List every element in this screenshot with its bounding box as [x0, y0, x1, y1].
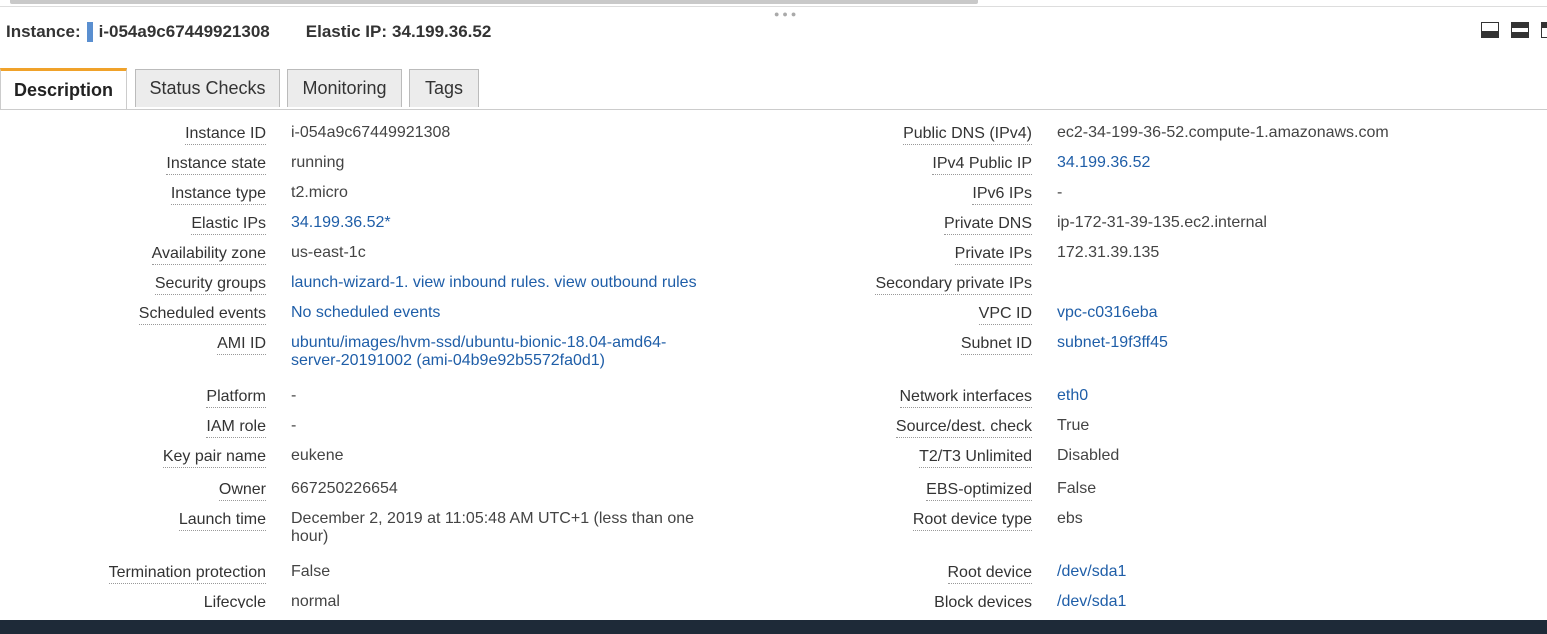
scheduled-events-label: Scheduled events	[138, 305, 266, 325]
panel-split-icon[interactable]	[1511, 22, 1529, 38]
instance-label: Instance:	[6, 22, 81, 41]
instance-state-value: running	[291, 154, 345, 171]
network-interface-link[interactable]: eth0	[1057, 387, 1088, 405]
private-ips-value: 172.31.39.135	[1057, 244, 1160, 261]
source-dest-check-value: True	[1057, 417, 1090, 434]
view-inbound-rules-link[interactable]: view inbound rules.	[413, 274, 550, 291]
tab-tags[interactable]: Tags	[409, 69, 479, 107]
instance-id-value: i-054a9c67449921308	[291, 124, 451, 141]
root-device-link[interactable]: /dev/sda1	[1057, 563, 1126, 581]
platform-value: -	[291, 387, 297, 404]
root-device-type-value: ebs	[1057, 510, 1083, 527]
ipv6-ips-value: -	[1057, 184, 1063, 201]
ami-id-link[interactable]: ubuntu/images/hvm-ssd/ubuntu-bionic-18.0…	[291, 334, 691, 370]
ipv6-ips-label: IPv6 IPs	[972, 185, 1032, 205]
tab-status-checks[interactable]: Status Checks	[135, 69, 280, 107]
availability-zone-value: us-east-1c	[291, 244, 366, 261]
instance-type-label: Instance type	[170, 185, 266, 205]
private-dns-value: ip-172-31-39-135.ec2.internal	[1057, 214, 1267, 231]
public-dns-label: Public DNS (IPv4)	[903, 125, 1032, 145]
panel-bottom-icon[interactable]	[1481, 22, 1499, 38]
instance-id: i-054a9c67449921308	[98, 22, 270, 41]
block-devices-label: Block devices	[934, 594, 1032, 608]
ipv4-public-ip-link[interactable]: 34.199.36.52	[1057, 154, 1150, 172]
t2-t3-unlimited-value: Disabled	[1057, 447, 1120, 464]
launch-time-value: December 2, 2019 at 11:05:48 AM UTC+1 (l…	[291, 510, 695, 545]
ebs-optimized-value: False	[1057, 480, 1097, 497]
owner-label: Owner	[218, 481, 266, 501]
t2-t3-unlimited-label: T2/T3 Unlimited	[919, 448, 1032, 468]
vpc-id-label: VPC ID	[978, 305, 1032, 325]
iam-role-label: IAM role	[206, 418, 266, 438]
security-groups-value: launch-wizard-1. view inbound rules. vie…	[291, 274, 697, 292]
platform-label: Platform	[206, 388, 266, 408]
block-devices-link[interactable]: /dev/sda1	[1057, 593, 1126, 608]
security-groups-label: Security groups	[154, 275, 266, 295]
subnet-id-label: Subnet ID	[960, 335, 1032, 355]
termination-protection-value: False	[291, 563, 331, 580]
instance-marker	[86, 22, 93, 42]
elastic-ip-value: 34.199.36.52	[392, 22, 492, 41]
description-panel: Instance ID i-054a9c67449921308 Instance…	[0, 110, 1547, 608]
key-pair-name-value: eukene	[291, 447, 344, 464]
root-device-label: Root device	[947, 564, 1032, 584]
launch-time-label: Launch time	[178, 511, 266, 531]
private-dns-label: Private DNS	[943, 215, 1032, 235]
scrollbar-thumb[interactable]	[10, 0, 978, 4]
elastic-ips-label: Elastic IPs	[191, 215, 266, 235]
instance-id-label: Instance ID	[185, 125, 266, 145]
tab-monitoring[interactable]: Monitoring	[287, 69, 402, 107]
elastic-ip-label: Elastic IP:	[305, 22, 388, 41]
elastic-ips-link[interactable]: 34.199.36.52*	[291, 214, 391, 232]
owner-value: 667250226654	[291, 480, 398, 497]
network-interfaces-label: Network interfaces	[899, 388, 1032, 408]
tab-description[interactable]: Description	[0, 68, 127, 109]
panel-layout-controls	[1481, 22, 1547, 38]
horizontal-scrollbar[interactable]	[0, 0, 1547, 7]
source-dest-check-label: Source/dest. check	[895, 418, 1032, 438]
instance-type-value: t2.micro	[291, 184, 348, 201]
public-dns-value: ec2-34-199-36-52.compute-1.amazonaws.com	[1057, 124, 1389, 141]
termination-protection-label: Termination protection	[108, 564, 266, 584]
view-outbound-rules-link[interactable]: view outbound rules	[554, 274, 696, 291]
scheduled-events-link[interactable]: No scheduled events	[291, 304, 440, 322]
vpc-id-link[interactable]: vpc-c0316eba	[1057, 304, 1158, 322]
panel-resize-handle[interactable]: ●●●	[774, 10, 799, 19]
bottom-status-bar	[0, 620, 1547, 634]
subnet-id-link[interactable]: subnet-19f3ff45	[1057, 334, 1168, 352]
availability-zone-label: Availability zone	[151, 245, 266, 265]
private-ips-label: Private IPs	[954, 245, 1032, 265]
iam-role-value: -	[291, 417, 297, 434]
panel-full-icon[interactable]	[1541, 22, 1547, 38]
ebs-optimized-label: EBS-optimized	[926, 481, 1032, 501]
ipv4-public-ip-label: IPv4 Public IP	[932, 155, 1032, 175]
security-group-link[interactable]: launch-wizard-1.	[291, 274, 408, 291]
root-device-type-label: Root device type	[912, 511, 1032, 531]
instance-header: Instance: i-054a9c67449921308 Elastic IP…	[6, 20, 491, 44]
key-pair-name-label: Key pair name	[162, 448, 266, 468]
detail-tabs: Description Status Checks Monitoring Tag…	[0, 68, 1547, 110]
instance-state-label: Instance state	[166, 155, 266, 175]
lifecycle-label: Lifecycle	[203, 594, 266, 608]
ami-id-label: AMI ID	[217, 335, 266, 355]
secondary-private-ips-label: Secondary private IPs	[875, 275, 1032, 295]
lifecycle-value: normal	[291, 593, 340, 608]
